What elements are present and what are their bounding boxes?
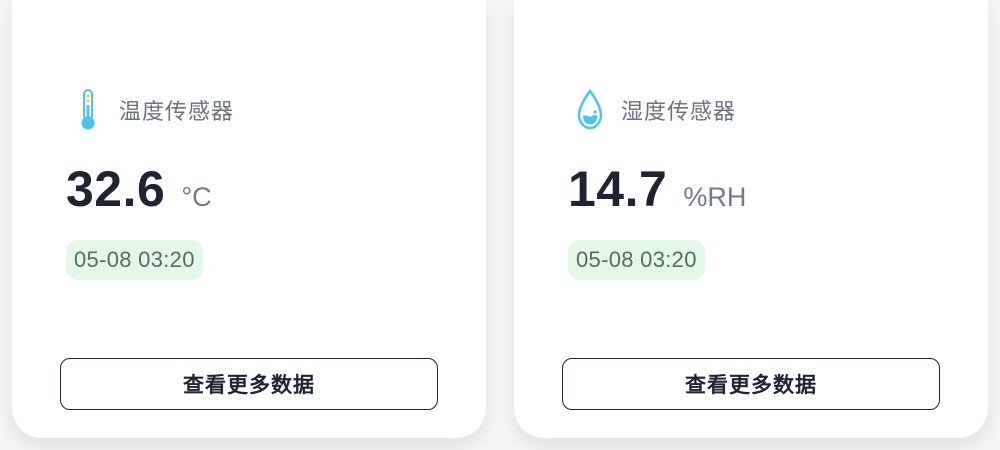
view-more-data-button[interactable]: 查看更多数据 — [60, 358, 438, 410]
timestamp-badge: 05-08 03:20 — [66, 240, 203, 280]
reading-unit: °C — [181, 182, 212, 212]
sensor-dashboard: 温度传感器 32.6 °C 05-08 03:20 查看更多数据 湿度传感器 1… — [0, 0, 1000, 450]
reading-value: 14.7 — [568, 161, 668, 217]
temperature-sensor-card: 温度传感器 32.6 °C 05-08 03:20 查看更多数据 — [12, 0, 486, 438]
timestamp-badge: 05-08 03:20 — [568, 240, 705, 280]
sensor-title: 温度传感器 — [119, 100, 235, 125]
thermometer-icon — [72, 88, 104, 132]
reading: 14.7 %RH — [568, 160, 746, 218]
card-header: 湿度传感器 — [574, 88, 736, 132]
water-drop-icon — [574, 88, 606, 132]
view-more-data-button[interactable]: 查看更多数据 — [562, 358, 940, 410]
reading: 32.6 °C — [66, 160, 212, 218]
reading-value: 32.6 — [66, 161, 166, 217]
card-header: 温度传感器 — [72, 88, 234, 132]
reading-unit: %RH — [683, 182, 747, 212]
sensor-title: 湿度传感器 — [621, 100, 737, 125]
humidity-sensor-card: 湿度传感器 14.7 %RH 05-08 03:20 查看更多数据 — [514, 0, 988, 438]
